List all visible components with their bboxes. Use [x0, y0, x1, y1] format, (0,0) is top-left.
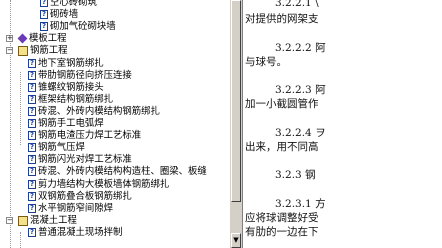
- expand-icon[interactable]: +: [6, 35, 13, 43]
- help-document-icon: ?: [28, 58, 36, 68]
- help-document-icon: ?: [28, 167, 36, 177]
- tree-item-label: 砌砖墙: [50, 9, 79, 21]
- tree-item-label: 剪力墙结构大模板墙体钢筋绑扎: [38, 178, 170, 190]
- tree-item[interactable]: + 模板工程: [6, 33, 67, 45]
- tree-item[interactable]: ? 带肋钢筋径向挤压连接: [28, 70, 132, 81]
- help-document-icon: ?: [28, 155, 36, 165]
- tree-item[interactable]: ? 砖混、外砖内模结构钢筋绑扎: [28, 106, 160, 117]
- help-document-icon: ?: [28, 143, 36, 153]
- help-document-icon: ?: [28, 227, 36, 237]
- tree-item-label: 钢筋手工电弧焊: [38, 118, 104, 129]
- help-document-icon: ?: [40, 0, 48, 7]
- tree-item-label: 砖混、外砖内模结构钢筋绑扎: [38, 105, 160, 117]
- tree-item-label: 钢筋工程: [30, 45, 68, 57]
- document-text-line: 加一小截圆管作: [245, 98, 319, 111]
- document-text-line: 对提供的网架支: [245, 13, 319, 26]
- tree-item-label: 普通混凝土现场拌制: [38, 226, 123, 238]
- tree-item[interactable]: ? 水平钢筋窄间隙焊: [28, 203, 113, 214]
- tree-item[interactable]: ? 钢筋电渣压力焊工艺标准: [28, 130, 141, 141]
- scroll-down-arrow-icon[interactable]: ▼: [231, 233, 241, 248]
- tree-item-label: 双钢筋叠合板钢筋绑扎: [38, 190, 132, 202]
- open-book-icon: [18, 46, 28, 57]
- help-document-icon: ?: [28, 119, 36, 128]
- tree-item-label: 砌加气砼砌块墙: [50, 21, 116, 33]
- tree-item[interactable]: ? 砌砖墙: [40, 9, 78, 20]
- tree-item[interactable]: ? 钢筋闪光对焊工艺标准: [28, 154, 132, 165]
- document-text-line: 出来，用不同高: [245, 141, 319, 153]
- help-document-icon: ?: [28, 191, 36, 201]
- tree-item[interactable]: − 钢筋工程: [6, 45, 68, 57]
- help-document-icon: ?: [40, 22, 48, 32]
- closed-book-icon: [17, 33, 28, 44]
- document-text-line: 3.2.3.1 方: [275, 197, 326, 210]
- tree-item-label: 钢筋闪光对焊工艺标准: [38, 154, 132, 166]
- collapse-icon[interactable]: −: [6, 47, 13, 55]
- document-text-line: 3.2.2.4 ヲ: [275, 126, 326, 139]
- tree-item-label: 空心砖砌筑: [50, 0, 97, 8]
- document-text-line: 3.2.3 钢: [275, 169, 316, 182]
- tree-item-label: 模板工程: [29, 33, 67, 45]
- tree-scrollbar[interactable]: ▼: [229, 0, 243, 248]
- tree-item[interactable]: ? 框架结构钢筋绑扎: [28, 94, 113, 105]
- document-text-line: 有肋的一边在下: [245, 226, 319, 239]
- tree-item[interactable]: ? 地下室钢筋绑扎: [28, 58, 104, 69]
- tree-item-label: 砖混、外砖内模结构构造柱、圈梁、板缝: [38, 166, 207, 178]
- scrollbar-thumb[interactable]: [231, 0, 241, 202]
- help-document-icon: ?: [40, 10, 48, 20]
- tree-item[interactable]: ? 剪力墙结构大模板墙体钢筋绑扎: [28, 179, 169, 190]
- help-document-icon: ?: [28, 203, 36, 213]
- tree-item-label: 水平钢筋窄间隙焊: [38, 202, 114, 214]
- tree-item[interactable]: ? 普通混凝土现场拌制: [28, 227, 122, 238]
- open-book-icon: [18, 215, 28, 226]
- tree-item-label: 框架结构钢筋绑扎: [38, 93, 114, 105]
- tree-guide-line: [20, 232, 21, 248]
- help-document-icon: ?: [28, 179, 36, 189]
- tree-item-label: 钢筋电渣压力焊工艺标准: [38, 130, 142, 142]
- tree-item-label: 混凝土工程: [30, 214, 77, 226]
- document-text-line: 3.2.2.1 \: [275, 0, 319, 9]
- document-view: 3.2.2.1 \ 对提供的网架支 3.2.2.2 阿与球号。 3.2.2.3 阿加一…: [243, 0, 442, 248]
- tree-item[interactable]: ? 砖混、外砖内模结构构造柱、圈梁、板缝: [28, 166, 207, 177]
- help-document-icon: ?: [28, 94, 36, 104]
- tree-item[interactable]: ? 锥螺纹钢筋接头: [28, 82, 104, 93]
- help-document-icon: ?: [28, 131, 36, 141]
- document-text-line: 3.2.2.3 阿: [275, 84, 326, 97]
- tree-item-label: 钢筋气压焊: [38, 142, 85, 154]
- tree-item-label: 锥螺纹钢筋接头: [38, 81, 104, 93]
- document-text-line: 与球号。: [245, 55, 287, 68]
- tree-item-label: 带肋钢筋径向挤压连接: [38, 69, 132, 81]
- tree-item[interactable]: ? 钢筋手工电弧焊: [28, 118, 104, 129]
- help-document-icon: ?: [28, 82, 36, 92]
- tree-item[interactable]: ? 双钢筋叠合板钢筋绑扎: [28, 191, 132, 202]
- tree-item[interactable]: ? 钢筋气压焊: [28, 142, 85, 153]
- tree-guide-line: [20, 72, 21, 145]
- help-document-icon: ?: [28, 106, 36, 116]
- help-document-icon: ?: [28, 70, 36, 80]
- document-text-line: 应将球调整好受: [245, 212, 319, 224]
- document-text-line: 3.2.2.2 阿: [275, 41, 326, 54]
- tree-item[interactable]: ? 空心砖砌筑: [40, 0, 97, 8]
- collapse-icon[interactable]: −: [6, 216, 13, 224]
- tree-item-label: 地下室钢筋绑扎: [38, 57, 104, 69]
- tree-item[interactable]: ? 砌加气砼砌块墙: [40, 21, 116, 32]
- topic-tree[interactable]: ? 空心砖砌筑? 砌砖墙? 砌加气砼砌块墙 + 模板工程 − 钢筋工程? 地下室钢筋绑扎? 带肋钢…: [0, 0, 229, 248]
- tree-item[interactable]: − 混凝土工程: [6, 214, 77, 226]
